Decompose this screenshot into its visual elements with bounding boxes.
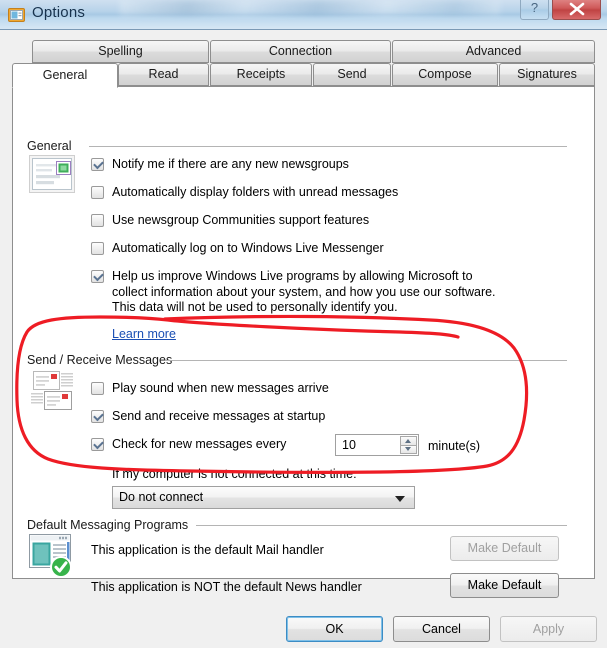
titlebar-glass-blur (120, 0, 500, 16)
checkbox-notify-newsgroups[interactable] (91, 158, 104, 171)
checkbox-label-communities-features: Use newsgroup Communities support featur… (112, 213, 370, 227)
not-connected-label: If my computer is not connected at this … (112, 467, 357, 481)
checkbox-check-interval[interactable] (91, 438, 104, 451)
default-app-icon (29, 534, 72, 578)
spinner-up-button[interactable] (400, 436, 417, 445)
tab-strip: Spelling Connection Advanced General Rea… (12, 40, 595, 88)
checkbox-communities-features[interactable] (91, 214, 104, 227)
checkbox-label-notify-newsgroups: Notify me if there are any new newsgroup… (112, 157, 349, 171)
tab-content-general: General Notify me if there are any new n… (12, 86, 595, 598)
default-mail-handler-text: This application is the default Mail han… (91, 543, 324, 557)
improve-text-line2: collect information about your system, a… (112, 284, 496, 299)
checkbox-row-play-sound[interactable]: Play sound when new messages arrive (91, 381, 329, 396)
checkbox-row-improve-programs[interactable]: Help us improve Windows Live programs by… (91, 269, 561, 316)
dialog-body: Spelling Connection Advanced General Rea… (0, 30, 607, 648)
chevron-down-icon (395, 496, 405, 502)
make-default-mail-button[interactable]: Make Default (450, 536, 559, 561)
group-label-default-programs: Default Messaging Programs (27, 518, 196, 532)
tab-advanced[interactable]: Advanced (392, 40, 595, 63)
checkbox-row-notify-newsgroups[interactable]: Notify me if there are any new newsgroup… (91, 157, 349, 172)
group-label-send-receive: Send / Receive Messages (27, 353, 180, 367)
interval-spinner[interactable]: 10 (335, 434, 419, 456)
checkbox-label-display-unread-folders: Automatically display folders with unrea… (112, 185, 399, 199)
checkbox-display-unread-folders[interactable] (91, 186, 104, 199)
checkbox-label-send-receive-startup: Send and receive messages at startup (112, 409, 326, 423)
checkbox-row-messenger-logon[interactable]: Automatically log on to Windows Live Mes… (91, 241, 384, 256)
tab-receipts[interactable]: Receipts (210, 63, 312, 86)
close-button[interactable] (552, 0, 601, 20)
checkbox-label-check-interval: Check for new messages every (112, 437, 287, 451)
tab-connection[interactable]: Connection (210, 40, 391, 63)
checkbox-row-communities-features[interactable]: Use newsgroup Communities support featur… (91, 213, 369, 228)
checkbox-row-display-unread-folders[interactable]: Automatically display folders with unrea… (91, 185, 398, 200)
interval-value: 10 (342, 438, 356, 452)
group-rule-general (89, 146, 567, 147)
tab-compose[interactable]: Compose (392, 63, 498, 86)
spinner-buttons (400, 436, 417, 454)
tab-spelling[interactable]: Spelling (32, 40, 209, 63)
improve-text-line1: Help us improve Windows Live programs by… (112, 269, 473, 283)
default-news-handler-text: This application is NOT the default News… (91, 580, 362, 594)
interval-unit-label: minute(s) (428, 439, 481, 453)
checkbox-label-play-sound: Play sound when new messages arrive (112, 381, 329, 395)
help-button[interactable] (520, 0, 549, 20)
checkbox-row-send-receive-startup[interactable]: Send and receive messages at startup (91, 409, 325, 424)
checkbox-play-sound[interactable] (91, 382, 104, 395)
connect-action-combobox[interactable]: Do not connect (112, 486, 415, 509)
cancel-button[interactable]: Cancel (393, 616, 490, 642)
checkbox-send-receive-startup[interactable] (91, 410, 104, 423)
checkbox-messenger-logon[interactable] (91, 242, 104, 255)
improve-text-line3: This data will not be used to personally… (112, 300, 398, 314)
tab-general[interactable]: General (12, 63, 118, 88)
group-label-general: General (27, 139, 79, 153)
window-title: Options (32, 4, 86, 21)
group-rule-default-programs (196, 525, 567, 526)
spinner-down-button[interactable] (400, 444, 417, 454)
learn-more-link[interactable]: Learn more (112, 327, 176, 341)
make-default-news-button[interactable]: Make Default (450, 573, 559, 598)
apply-button[interactable]: Apply (500, 616, 597, 642)
checkbox-label-messenger-logon: Automatically log on to Windows Live Mes… (112, 241, 384, 255)
window-titlebar: Options (0, 0, 607, 30)
options-window-icon (8, 8, 25, 22)
checkbox-improve-programs[interactable] (91, 270, 104, 283)
connect-action-value: Do not connect (119, 490, 204, 504)
checkbox-row-check-interval[interactable]: Check for new messages every (91, 437, 286, 452)
group-rule-send-receive (165, 360, 567, 361)
envelopes-icon (31, 371, 73, 410)
tab-send[interactable]: Send (313, 63, 391, 86)
newsgroup-icon (29, 155, 75, 193)
tab-signatures[interactable]: Signatures (499, 63, 595, 86)
tab-read[interactable]: Read (118, 63, 209, 86)
ok-button[interactable]: OK (286, 616, 383, 642)
